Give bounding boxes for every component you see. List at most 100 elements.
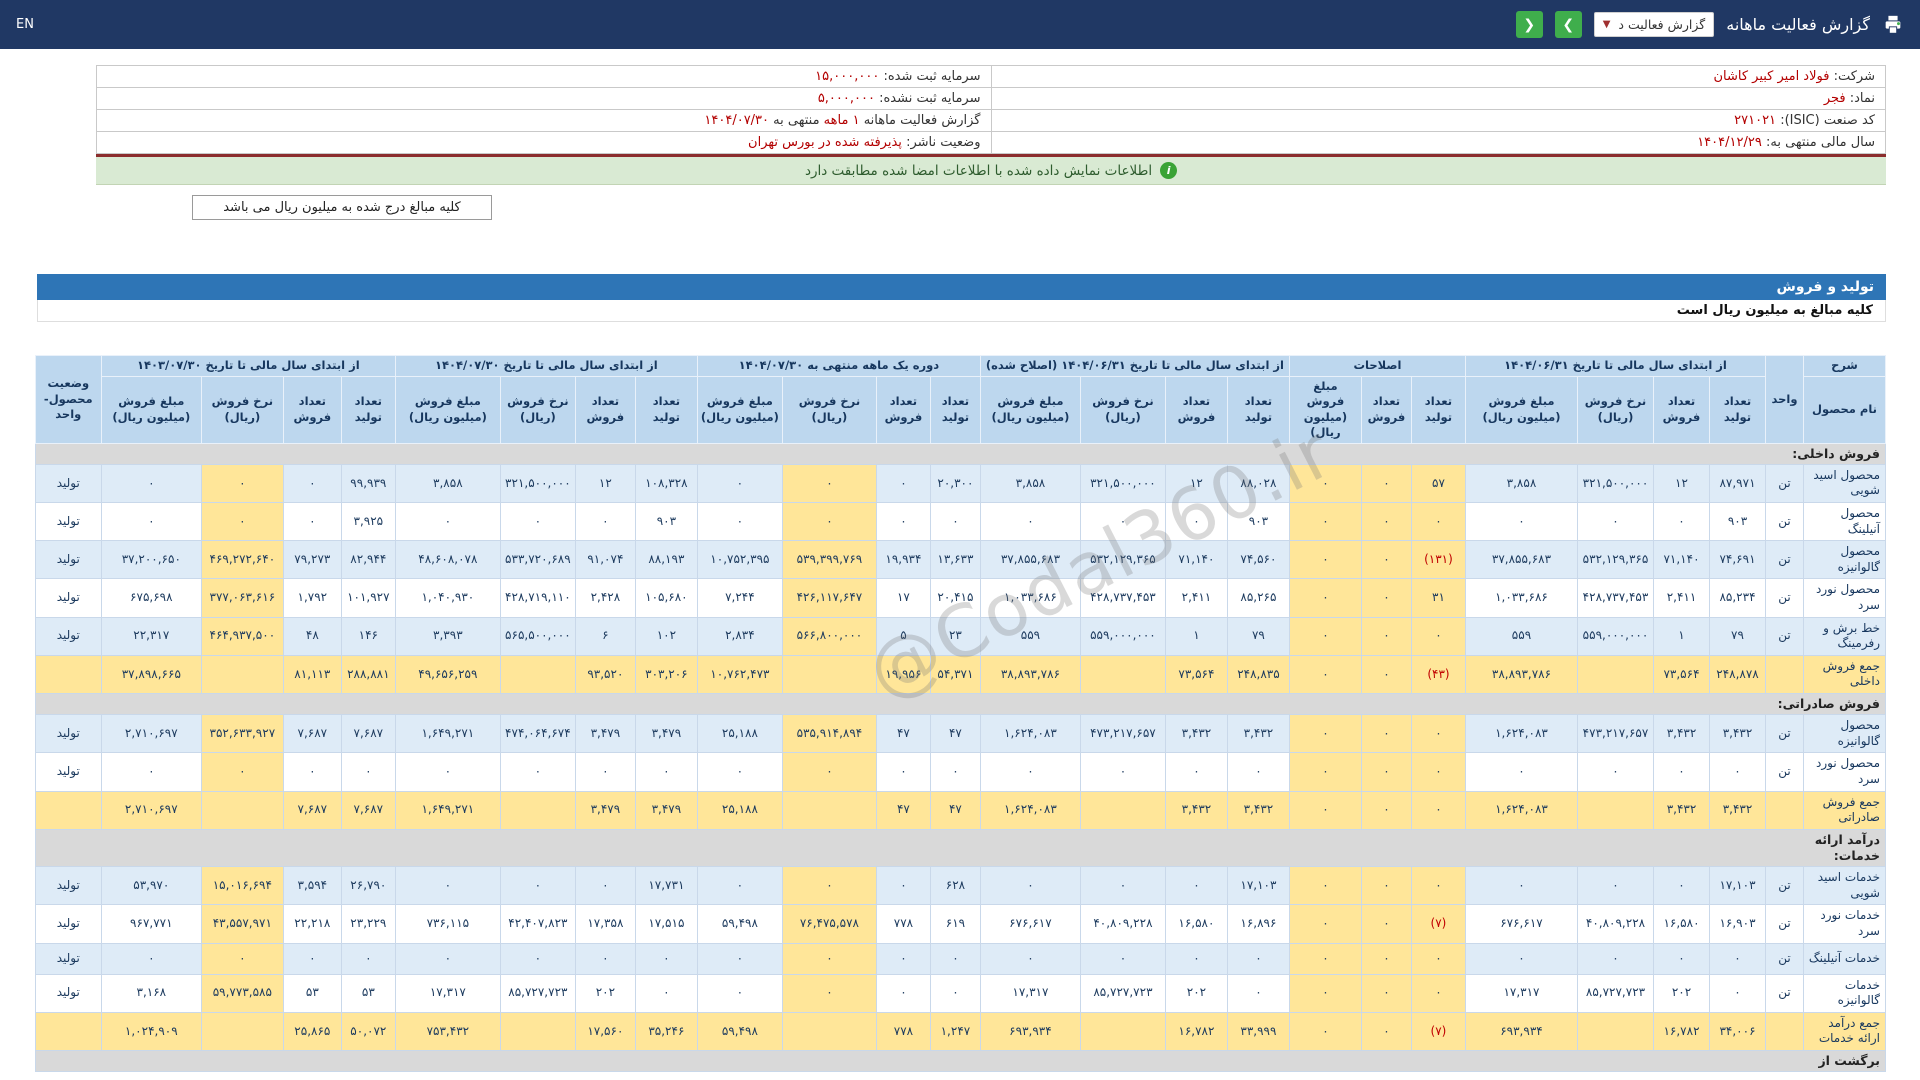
value-cell: ۰: [1079, 752, 1166, 792]
value-cell: ۰: [1079, 866, 1166, 906]
status-cell: تولید: [34, 752, 102, 792]
value-cell: ۷۵۳,۴۳۲: [394, 1011, 501, 1052]
table-row: خدمات گالوانیزه تن ۰ ۲۰۲ ۸۵,۷۲۷,۷۲۳ ۱۷,۳۱۷ ۰ ۰ ۰…: [34, 973, 1886, 1013]
subcolumn-header: تعداد تولید: [1410, 375, 1466, 444]
value-cell: ۷,۶۸۷: [340, 790, 396, 830]
value-cell: ۰: [696, 866, 783, 906]
value-cell: ۵۳: [282, 973, 342, 1013]
value-cell: ۷۷۸: [875, 1011, 931, 1052]
status-cell: [34, 1011, 102, 1052]
value-cell: ۳,۱۶۸: [100, 973, 202, 1013]
value-cell: ۰: [282, 502, 342, 542]
value-cell: ۰: [1653, 752, 1710, 792]
info-icon: i: [1160, 162, 1178, 179]
value-cell: ۰: [1164, 752, 1228, 792]
subcolumn-header: تعداد تولید: [1709, 375, 1766, 444]
value-cell: ۰: [1288, 540, 1362, 580]
value-cell: ۱۲: [1653, 463, 1710, 504]
value-cell: ۱۲: [1164, 463, 1228, 504]
value-cell: ۴۷: [875, 714, 931, 754]
info-cell-right: شرکت: فولاد امیر کبیر کاشان: [990, 65, 1886, 88]
value-cell: ۱۷,۳۵۸: [574, 904, 636, 944]
signature-match-banner: i اطلاعات نمایش داده شده با اطلاعات امضا…: [96, 157, 1886, 185]
value-cell: ۱۶,۵۸۰: [1164, 904, 1228, 944]
value-cell: ۰: [1410, 714, 1466, 754]
value-cell: ۵۹,۴۹۸: [696, 1011, 783, 1052]
value-cell: ۰: [781, 752, 877, 792]
value-cell: ۰: [100, 463, 202, 504]
section-label-cell: برگشت از: [34, 1050, 1887, 1073]
value-cell: ۲۰,۴۱۵: [929, 578, 981, 618]
value-cell: ۱,۶۲۴,۰۸۳: [979, 714, 1081, 754]
value-cell: ۶۱۹: [929, 904, 981, 944]
value-cell: ۰: [200, 752, 284, 792]
next-report-button[interactable]: ❯: [1554, 11, 1582, 38]
table-row: محصول گالوانیزه تن ۳,۴۳۲ ۳,۴۳۲ ۴۷۳,۲۱۷,۶۵۷ ۱,…: [34, 714, 1886, 754]
value-cell: ۴۷۳,۲۱۷,۶۵۷: [1577, 714, 1654, 754]
value-cell: ۱۷,۵۶۰: [574, 1011, 636, 1052]
value-cell: [1079, 790, 1166, 830]
value-cell: ۲۰۲: [574, 973, 636, 1013]
value-cell: ۰: [100, 752, 202, 792]
value-cell: ۰: [574, 752, 636, 792]
value-cell: ۱۰,۷۵۲,۳۹۵: [696, 540, 783, 580]
value-cell: ۰: [1464, 942, 1579, 975]
value-cell: ۰: [1226, 942, 1290, 975]
value-cell: ۵۳۹,۳۹۹,۷۶۹: [781, 540, 877, 580]
value-cell: ۰: [499, 502, 576, 542]
report-type-dropdown[interactable]: گزارش فعالیت د ▼: [1593, 12, 1715, 37]
value-cell: ۶۷۶,۶۱۷: [979, 904, 1081, 944]
value-cell: ۱۷,۳۱۷: [979, 973, 1081, 1013]
value-cell: ۰: [1709, 942, 1766, 975]
language-toggle-en[interactable]: EN: [16, 17, 34, 32]
value-cell: (۱۳۱): [1410, 540, 1466, 580]
value-cell: ۱۹,۹۳۴: [875, 540, 931, 580]
page: { "topbar": { "title": "گزارش فعالیت ماه…: [0, 0, 1920, 1080]
value-cell: ۱,۲۴۷: [929, 1011, 981, 1052]
value-cell: ۲۲,۲۱۸: [282, 904, 342, 944]
value-cell: ۱۰۸,۳۲۸: [634, 463, 698, 504]
value-cell: ۷۷۸: [875, 904, 931, 944]
subcolumn-header: نرخ فروش (ریال): [499, 375, 576, 444]
unit-cell: تن: [1765, 866, 1804, 906]
group-header: اصلاحات: [1288, 355, 1466, 377]
value-cell: ۸۷,۹۷۱: [1709, 463, 1766, 504]
value-cell: ۳۷,۸۹۸,۶۶۵: [100, 654, 202, 694]
value-cell: ۷۱,۱۴۰: [1653, 540, 1710, 580]
value-cell: ۵۰,۰۷۲: [340, 1011, 396, 1052]
info-row: شرکت: فولاد امیر کبیر کاشان سرمایه ثبت ش…: [96, 65, 1886, 88]
value-cell: ۴۶۹,۲۷۲,۶۴۰: [200, 540, 284, 580]
status-cell: [34, 654, 102, 694]
value-cell: ۹۰۳: [634, 502, 698, 542]
status-cell: تولید: [34, 942, 102, 975]
value-cell: ۴۰,۸۰۹,۲۲۸: [1577, 904, 1654, 944]
value-cell: ۰: [1410, 942, 1466, 975]
status-cell: تولید: [34, 973, 102, 1013]
print-icon[interactable]: [1882, 14, 1904, 36]
value-cell: ۰: [1164, 866, 1228, 906]
subcolumn-header: مبلغ فروش (میلیون ریال): [696, 375, 783, 444]
value-cell: ۰: [1226, 973, 1290, 1013]
value-cell: ۰: [1360, 578, 1412, 618]
value-cell: ۰: [696, 502, 783, 542]
subcolumn-header: تعداد فروش: [282, 375, 342, 444]
value-cell: ۵۵۹,۰۰۰,۰۰۰: [1577, 616, 1654, 656]
desc-header: شرح: [1803, 355, 1886, 377]
value-cell: ۲۶,۷۹۰: [340, 866, 396, 906]
value-cell: ۰: [1360, 752, 1412, 792]
value-cell: ۱۷,۱۰۳: [1226, 866, 1290, 906]
value-cell: ۱۶,۷۸۲: [1653, 1011, 1710, 1052]
value-cell: ۴۷۴,۰۶۴,۶۷۴: [499, 714, 576, 754]
value-cell: ۰: [1410, 616, 1466, 656]
value-cell: ۰: [1360, 502, 1412, 542]
value-cell: ۰: [1360, 463, 1412, 504]
value-cell: ۰: [1360, 866, 1412, 906]
value-cell: ۰: [1360, 654, 1412, 694]
value-cell: ۱۰۱,۹۲۷: [340, 578, 396, 618]
prev-report-button[interactable]: ❮: [1515, 11, 1543, 38]
value-cell: ۰: [340, 942, 396, 975]
value-cell: ۱,۶۲۴,۰۸۳: [979, 790, 1081, 830]
group-header: دوره یک ماهه منتهی به ۱۴۰۴/۰۷/۳۰: [696, 355, 981, 377]
value-cell: ۰: [875, 942, 931, 975]
value-cell: ۵۶۶,۸۰۰,۰۰۰: [781, 616, 877, 656]
